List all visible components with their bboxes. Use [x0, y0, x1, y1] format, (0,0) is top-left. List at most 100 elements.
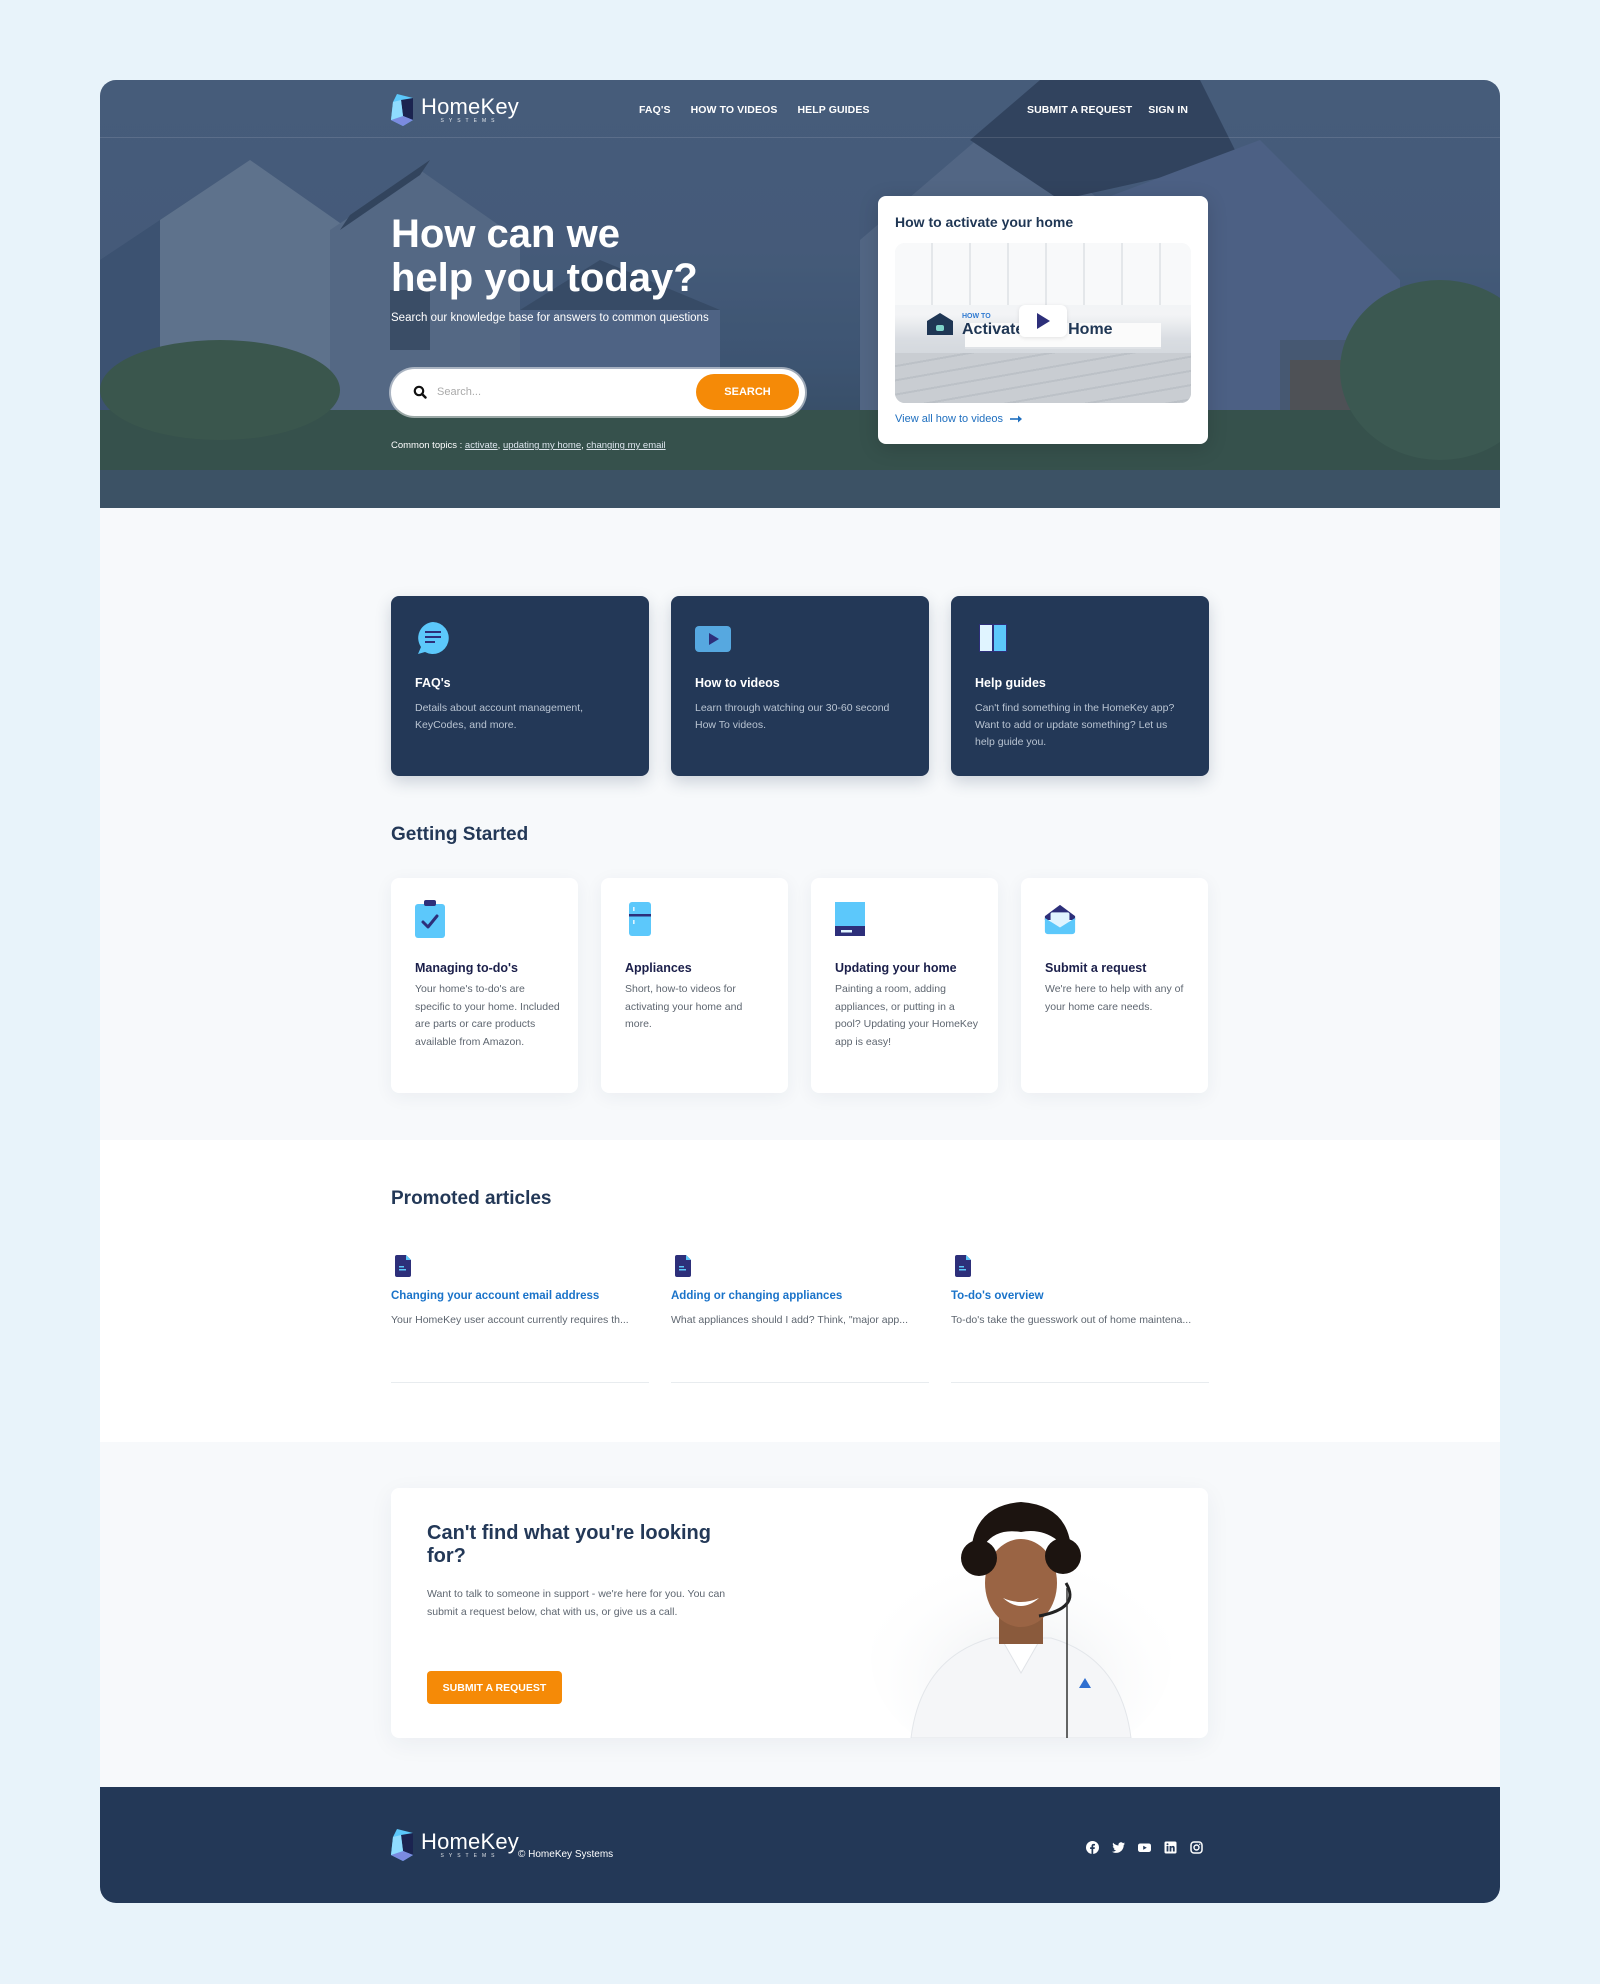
video-play-icon — [695, 626, 731, 652]
video-thumbnail[interactable]: HOW TO Activate Your Home — [895, 243, 1191, 403]
hero-overlay — [100, 80, 1500, 508]
category-desc: Learn through watching our 30-60 second … — [695, 702, 890, 731]
arrow-right-icon — [1010, 415, 1023, 423]
envelope-open-icon — [1044, 904, 1076, 935]
footer: HomeKey SYSTEMS © HomeKey Systems — [100, 1787, 1500, 1903]
card-desc: Painting a room, adding appliances, or p… — [835, 983, 979, 1048]
clipboard-check-icon — [415, 900, 445, 938]
search-input[interactable] — [437, 381, 677, 403]
card-desc: Short, how-to videos for activating your… — [625, 983, 743, 1030]
article-excerpt: To-do's take the guesswork out of home m… — [951, 1314, 1192, 1326]
getting-started-cards: Managing to-do's Your home's to-do's are… — [391, 878, 1208, 1093]
hero-title-line2: help you today? — [391, 256, 698, 300]
article-link[interactable]: Changing your account email address — [391, 1290, 599, 1302]
nav-divider — [100, 137, 1500, 138]
getting-started-card-updating-home[interactable]: Updating your home Painting a room, addi… — [811, 878, 998, 1093]
brand-name: HomeKey — [421, 1829, 519, 1854]
youtube-icon[interactable] — [1138, 1841, 1151, 1854]
submit-request-button[interactable]: SUBMIT A REQUEST — [427, 1671, 562, 1704]
nav-how-to-videos[interactable]: HOW TO VIDEOS — [691, 104, 778, 116]
category-card-how-to-videos[interactable]: How to videos Learn through watching our… — [671, 596, 929, 776]
thumb-floor — [895, 353, 1191, 403]
topic-link-updating-my-home[interactable]: updating my home — [503, 440, 581, 451]
category-title: Help guides — [975, 676, 1046, 690]
twitter-icon[interactable] — [1112, 1841, 1125, 1854]
nav-help-guides[interactable]: HELP GUIDES — [797, 104, 869, 116]
hero: HomeKey SYSTEMS FAQ'S HOW TO VIDEOS HELP… — [100, 80, 1500, 508]
article-item: To-do's overview To-do's take the guessw… — [951, 1255, 1209, 1383]
page-frame: HomeKey SYSTEMS FAQ'S HOW TO VIDEOS HELP… — [100, 80, 1500, 1903]
primary-nav: FAQ'S HOW TO VIDEOS HELP GUIDES — [639, 104, 870, 116]
house-icon — [927, 313, 953, 335]
common-topics: Common topics : activate, updating my ho… — [391, 440, 666, 451]
card-desc: We're here to help with any of your home… — [1045, 983, 1184, 1013]
getting-started-card-submit-request[interactable]: Submit a request We're here to help with… — [1021, 878, 1208, 1093]
article-link[interactable]: Adding or changing appliances — [671, 1290, 842, 1302]
article-excerpt: Your HomeKey user account currently requ… — [391, 1314, 629, 1326]
facebook-icon[interactable] — [1086, 1841, 1099, 1854]
article-link[interactable]: To-do's overview — [951, 1290, 1044, 1302]
category-card-help-guides[interactable]: Help guides Can't find something in the … — [951, 596, 1209, 776]
chat-bubble-icon — [418, 622, 449, 654]
topic-link-changing-my-email[interactable]: changing my email — [586, 440, 665, 451]
book-icon — [979, 624, 1007, 652]
document-icon — [675, 1255, 691, 1277]
nav-submit-request[interactable]: SUBMIT A REQUEST — [1027, 104, 1132, 116]
category-desc: Details about account management, KeyCod… — [415, 702, 584, 731]
featured-video-card: How to activate your home HOW TO Activat… — [878, 196, 1208, 444]
category-card-faqs[interactable]: FAQ's Details about account management, … — [391, 596, 649, 776]
getting-started-card-appliances[interactable]: Appliances Short, how-to videos for acti… — [601, 878, 788, 1093]
social-links — [1086, 1841, 1203, 1854]
document-icon — [395, 1255, 411, 1277]
homekey-logo-icon — [391, 94, 413, 126]
footer-logo[interactable]: HomeKey SYSTEMS — [391, 1829, 519, 1861]
card-title: Appliances — [625, 961, 692, 975]
document-icon — [955, 1255, 971, 1277]
card-desc: Your home's to-do's are specific to your… — [415, 983, 560, 1048]
contact-support-card: Can't find what you're looking for? Want… — [391, 1488, 1208, 1738]
getting-started-card-todos[interactable]: Managing to-do's Your home's to-do's are… — [391, 878, 578, 1093]
view-all-videos-link[interactable]: View all how to videos — [895, 413, 1023, 425]
brand-sub: SYSTEMS — [440, 118, 500, 124]
category-title: FAQ's — [415, 676, 451, 690]
instagram-icon[interactable] — [1190, 1841, 1203, 1854]
category-cards: FAQ's Details about account management, … — [391, 596, 1209, 776]
category-title: How to videos — [695, 676, 780, 690]
view-all-label: View all how to videos — [895, 413, 1004, 425]
card-title: Updating your home — [835, 961, 957, 975]
thumb-cabinets — [895, 243, 1191, 305]
promoted-articles-title: Promoted articles — [391, 1188, 552, 1209]
refrigerator-icon — [629, 902, 651, 936]
hero-subtitle: Search our knowledge base for answers to… — [391, 312, 709, 324]
cta-title: Can't find what you're looking for? — [427, 1522, 711, 1567]
brand-name: HomeKey — [421, 94, 519, 119]
hero-title-line1: How can we — [391, 212, 620, 256]
getting-started-title: Getting Started — [391, 824, 529, 845]
cta-body: Want to talk to someone in support - we'… — [427, 1588, 726, 1618]
topics-label: Common topics : — [391, 440, 465, 451]
linkedin-icon[interactable] — [1164, 1841, 1177, 1854]
brand-sub: SYSTEMS — [440, 1853, 500, 1859]
play-button[interactable] — [1019, 305, 1067, 337]
promoted-articles-list: Changing your account email address Your… — [391, 1255, 1209, 1383]
article-excerpt: What appliances should I add? Think, "ma… — [671, 1314, 909, 1326]
article-item: Adding or changing appliances What appli… — [671, 1255, 929, 1383]
copyright: © HomeKey Systems — [518, 1849, 614, 1860]
video-card-title: How to activate your home — [895, 214, 1074, 230]
secondary-nav: SUBMIT A REQUEST SIGN IN — [1027, 104, 1188, 116]
hero-title: How can we help you today? — [391, 212, 791, 300]
nav-faqs[interactable]: FAQ'S — [639, 104, 671, 116]
topic-link-activate[interactable]: activate — [465, 440, 498, 451]
logo[interactable]: HomeKey SYSTEMS — [391, 94, 519, 126]
thumb-kicker: HOW TO — [962, 313, 991, 320]
article-item: Changing your account email address Your… — [391, 1255, 649, 1383]
search-button[interactable]: SEARCH — [696, 374, 799, 410]
card-title: Managing to-do's — [415, 961, 518, 975]
play-icon — [1037, 313, 1050, 329]
nav-sign-in[interactable]: SIGN IN — [1148, 104, 1188, 116]
support-agent-photo — [871, 1502, 1171, 1738]
homekey-logo-icon — [391, 1829, 413, 1861]
search-icon — [413, 385, 427, 399]
card-title: Submit a request — [1045, 961, 1147, 975]
search-bar: SEARCH — [391, 369, 805, 416]
